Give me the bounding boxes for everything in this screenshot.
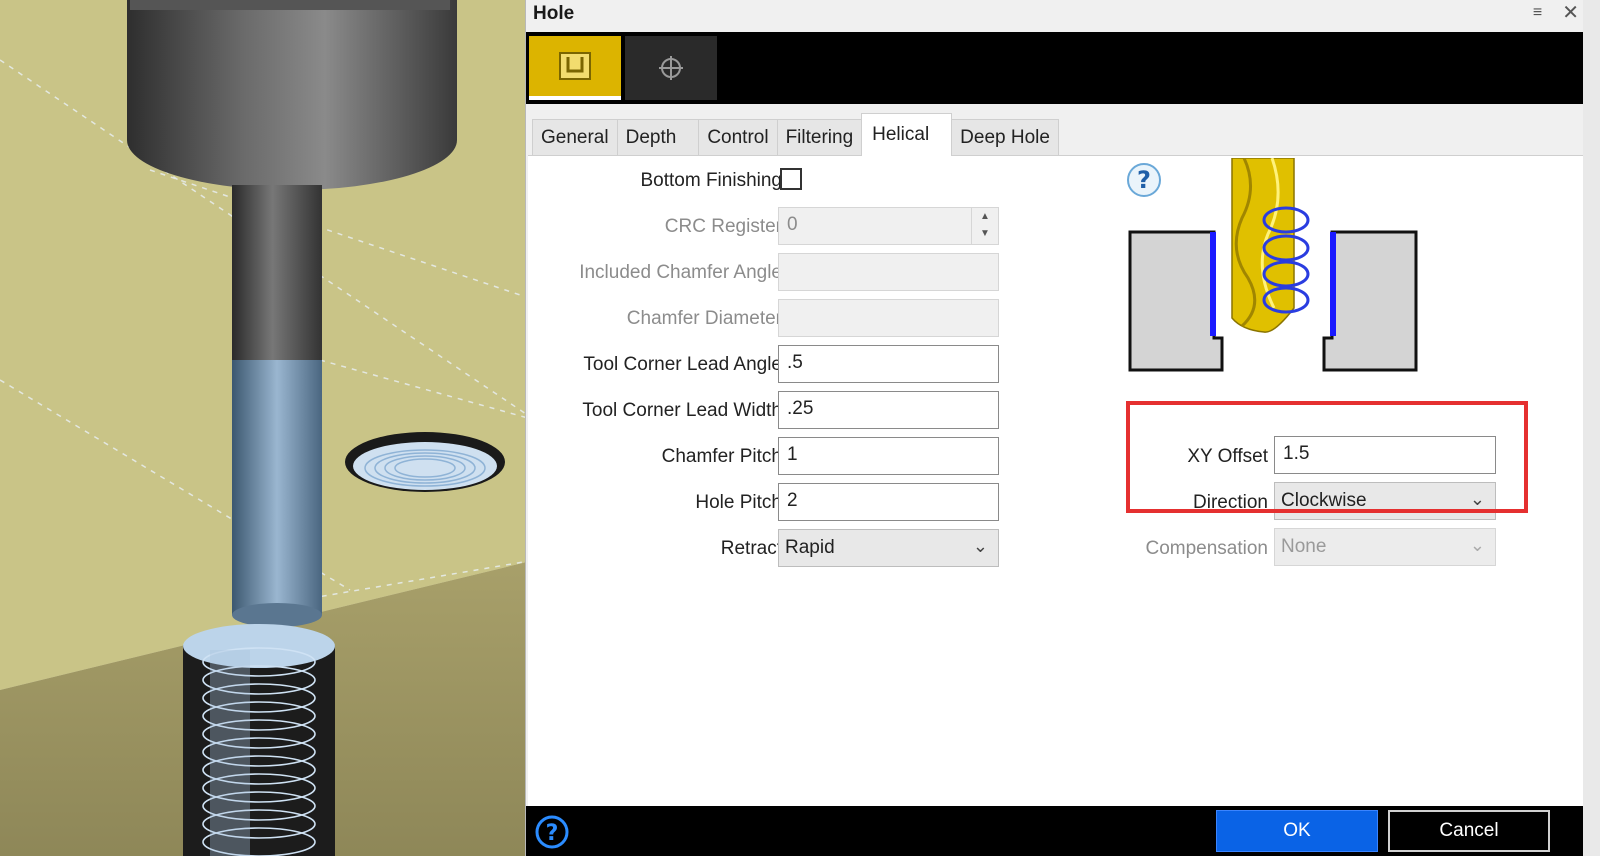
- retract-label: Retract: [720, 538, 782, 559]
- included-chamfer-angle-label: Included Chamfer Angle: [579, 262, 782, 283]
- close-icon[interactable]: ✕: [1562, 2, 1579, 24]
- dialog-footer: ? OK Cancel: [526, 806, 1584, 856]
- svg-text:?: ?: [546, 821, 559, 846]
- title-bar[interactable]: Hole ≡ ✕: [526, 0, 1600, 30]
- crosshair-icon: [659, 56, 683, 80]
- tool-corner-lead-width-label: Tool Corner Lead Width: [582, 400, 782, 421]
- helical-panel: Bottom Finishing CRC Register 0 ▲ ▼ Inclu…: [528, 155, 1584, 806]
- menu-icon[interactable]: ≡: [1533, 2, 1542, 24]
- help-icon[interactable]: ?: [534, 814, 570, 850]
- tab-depth[interactable]: Depth: [616, 119, 700, 156]
- crc-register-value: 0: [787, 214, 798, 235]
- tab-filtering[interactable]: Filtering: [776, 119, 863, 156]
- helical-diagram-image: [1128, 158, 1418, 372]
- chamfer-pitch-label: Chamfer Pitch: [661, 446, 782, 467]
- hole-dialog: Hole ≡ ✕ General Depth Control Filtering…: [525, 0, 1600, 856]
- compensation-label: Compensation: [1145, 538, 1268, 559]
- tab-control[interactable]: Control: [698, 119, 778, 156]
- compensation-value: None: [1281, 536, 1327, 557]
- points-button[interactable]: [625, 36, 717, 100]
- chevron-down-icon: ⌄: [972, 536, 988, 556]
- dialog-title: Hole: [533, 3, 575, 24]
- chamfer-diameter-label: Chamfer Diameter: [626, 308, 782, 329]
- cam-viewport[interactable]: [0, 0, 535, 856]
- bottom-finishing-label: Bottom Finishing: [640, 170, 782, 191]
- crc-register-label: CRC Register: [664, 216, 782, 237]
- tab-bar: General Depth Control Filtering Helical …: [532, 113, 1059, 156]
- tab-helical[interactable]: Helical: [861, 113, 953, 156]
- u-shape-icon: [559, 52, 591, 80]
- retract-select[interactable]: Rapid ⌄: [778, 529, 999, 567]
- operation-toolbar: [526, 32, 1584, 104]
- tab-general[interactable]: General: [532, 119, 618, 156]
- hole-pitch-input[interactable]: 2: [778, 483, 999, 521]
- compensation-select: None ⌄: [1274, 528, 1496, 566]
- chamfer-diameter-input: [778, 299, 999, 337]
- chevron-down-icon: ⌄: [1469, 535, 1485, 555]
- tool-corner-lead-width-input[interactable]: .25: [778, 391, 999, 429]
- tool-corner-lead-angle-input[interactable]: .5: [778, 345, 999, 383]
- highlight-box: [1126, 401, 1528, 513]
- crc-register-spinner: ▲ ▼: [971, 208, 998, 244]
- chamfer-pitch-input[interactable]: 1: [778, 437, 999, 475]
- hole-operation-button[interactable]: [529, 36, 621, 100]
- bottom-finishing-checkbox[interactable]: [780, 168, 802, 190]
- included-chamfer-angle-input: [778, 253, 999, 291]
- ok-button[interactable]: OK: [1216, 810, 1378, 852]
- hole-pitch-label: Hole Pitch: [695, 492, 782, 513]
- background-window-edge: [1583, 0, 1600, 856]
- tab-deep-hole[interactable]: Deep Hole: [951, 119, 1059, 156]
- cancel-button[interactable]: Cancel: [1388, 810, 1550, 852]
- retract-value: Rapid: [785, 537, 835, 558]
- toolpath-simulation: [0, 0, 535, 856]
- tool-corner-lead-angle-label: Tool Corner Lead Angle: [583, 354, 782, 375]
- crc-register-input: 0 ▲ ▼: [778, 207, 999, 245]
